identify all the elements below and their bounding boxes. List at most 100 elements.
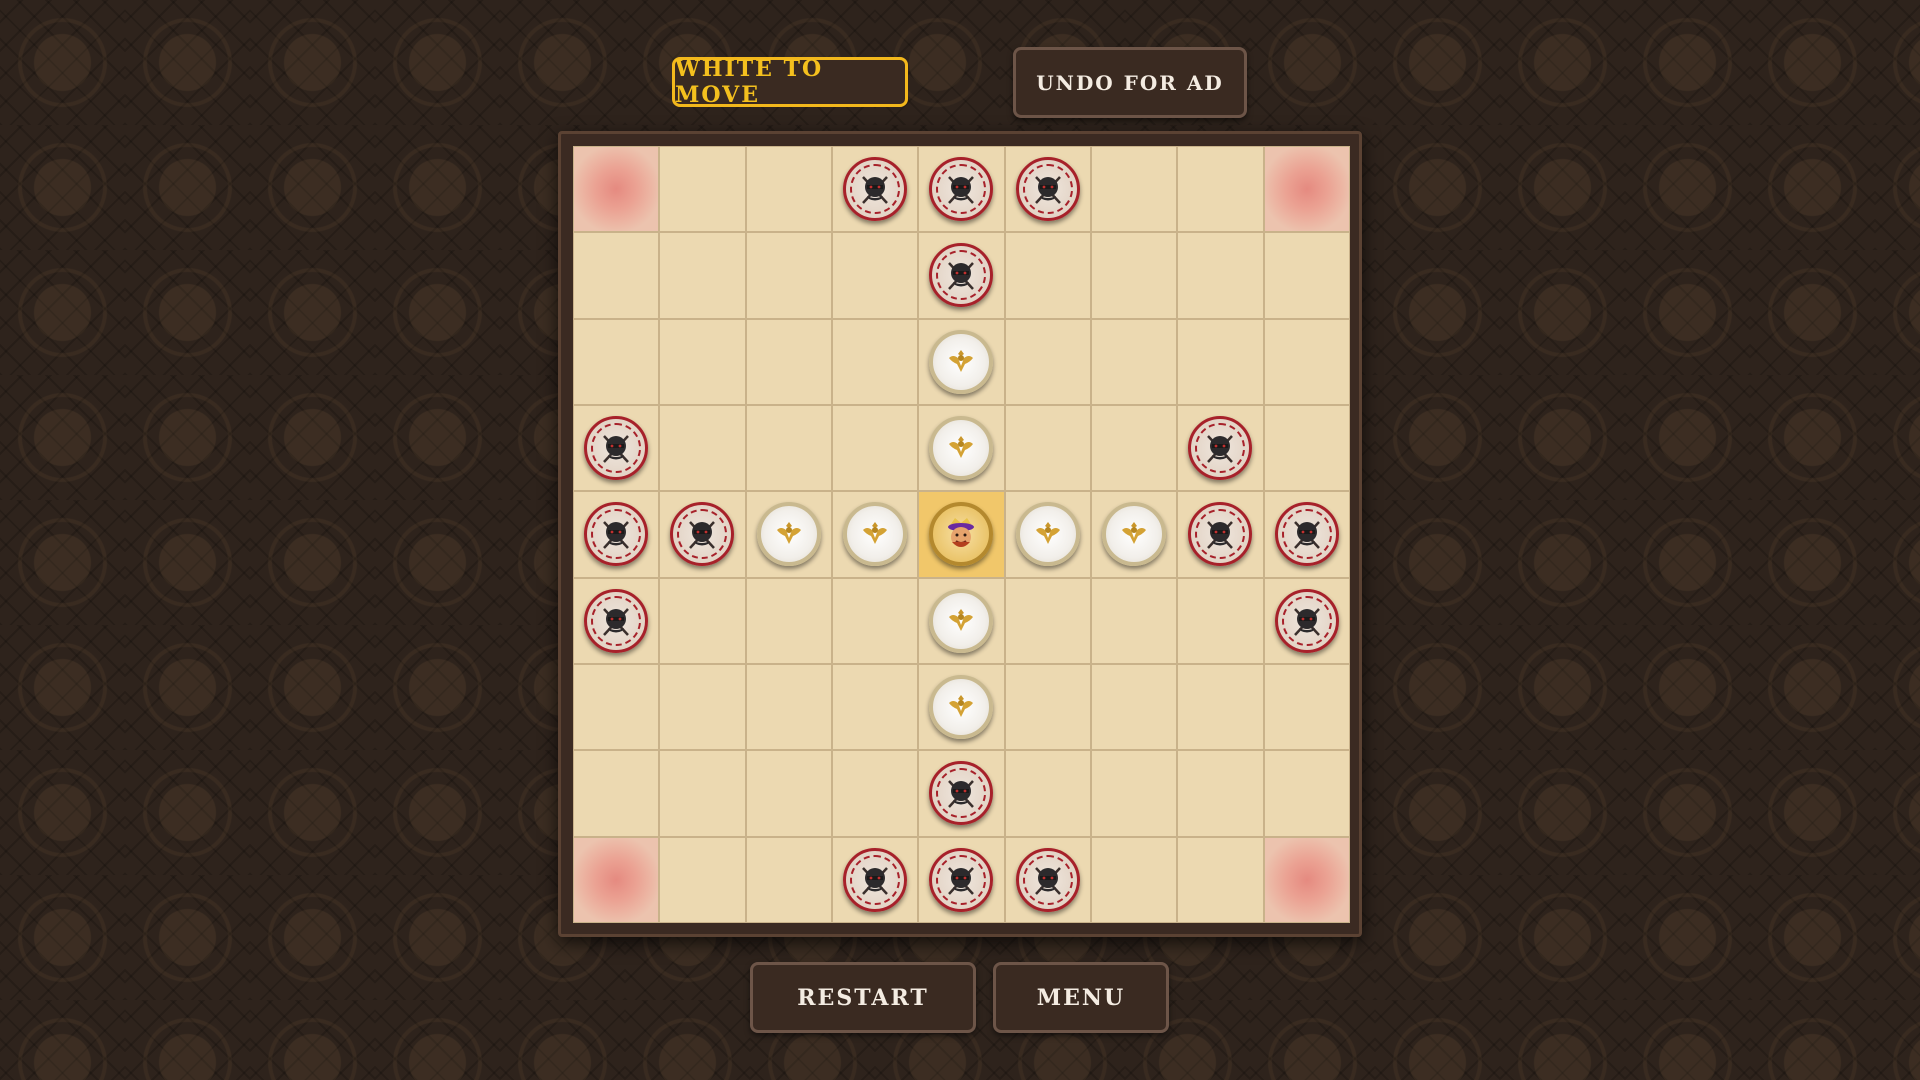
board-cell[interactable] xyxy=(659,146,746,233)
board-cell[interactable] xyxy=(1177,318,1264,405)
board-cell[interactable] xyxy=(1177,232,1264,319)
defender-piece[interactable] xyxy=(929,675,994,740)
board-cell[interactable] xyxy=(1263,664,1350,751)
board-cell[interactable] xyxy=(918,232,1005,319)
game-board[interactable] xyxy=(573,146,1350,923)
board-cell[interactable] xyxy=(659,836,746,923)
attacker-piece[interactable] xyxy=(929,847,994,912)
board-cell[interactable] xyxy=(573,750,660,837)
board-cell[interactable] xyxy=(1004,750,1091,837)
board-cell[interactable] xyxy=(1004,232,1091,319)
board-cell[interactable] xyxy=(1177,836,1264,923)
defender-piece[interactable] xyxy=(1102,502,1167,567)
board-cell[interactable] xyxy=(1004,491,1091,578)
board-cell[interactable] xyxy=(1004,146,1091,233)
corner-escape-cell[interactable] xyxy=(573,146,660,233)
board-cell[interactable] xyxy=(1004,577,1091,664)
board-cell[interactable] xyxy=(1091,146,1178,233)
board-cell[interactable] xyxy=(745,577,832,664)
menu-button[interactable]: MENU xyxy=(993,962,1169,1033)
board-cell[interactable] xyxy=(659,750,746,837)
board-cell[interactable] xyxy=(745,664,832,751)
board-cell[interactable] xyxy=(745,750,832,837)
attacker-piece[interactable] xyxy=(1274,588,1339,653)
board-cell[interactable] xyxy=(1177,491,1264,578)
board-cell[interactable] xyxy=(1004,836,1091,923)
board-cell[interactable] xyxy=(1091,491,1178,578)
board-cell[interactable] xyxy=(832,577,919,664)
attacker-piece[interactable] xyxy=(1274,502,1339,567)
board-cell[interactable] xyxy=(832,836,919,923)
attacker-piece[interactable] xyxy=(584,416,649,481)
king-piece[interactable] xyxy=(929,502,994,567)
board-cell[interactable] xyxy=(832,405,919,492)
board-cell[interactable] xyxy=(659,232,746,319)
board-cell[interactable] xyxy=(832,318,919,405)
board-cell[interactable] xyxy=(1263,491,1350,578)
board-cell[interactable] xyxy=(659,577,746,664)
board-cell[interactable] xyxy=(918,405,1005,492)
board-cell[interactable] xyxy=(832,664,919,751)
board-cell[interactable] xyxy=(573,232,660,319)
defender-piece[interactable] xyxy=(1015,502,1080,567)
board-cell[interactable] xyxy=(918,836,1005,923)
board-cell[interactable] xyxy=(659,405,746,492)
attacker-piece[interactable] xyxy=(929,761,994,826)
board-cell[interactable] xyxy=(1263,232,1350,319)
board-cell[interactable] xyxy=(1177,146,1264,233)
board-cell[interactable] xyxy=(918,146,1005,233)
board-cell[interactable] xyxy=(1091,318,1178,405)
board-cell[interactable] xyxy=(745,836,832,923)
board-cell[interactable] xyxy=(573,491,660,578)
board-cell[interactable] xyxy=(745,146,832,233)
attacker-piece[interactable] xyxy=(1015,157,1080,222)
attacker-piece[interactable] xyxy=(584,502,649,567)
board-cell[interactable] xyxy=(745,232,832,319)
attacker-piece[interactable] xyxy=(1188,502,1253,567)
attacker-piece[interactable] xyxy=(670,502,735,567)
board-cell[interactable] xyxy=(1091,405,1178,492)
board-cell[interactable] xyxy=(1091,664,1178,751)
board-cell[interactable] xyxy=(745,405,832,492)
board-cell[interactable] xyxy=(1263,405,1350,492)
board-cell[interactable] xyxy=(1263,318,1350,405)
attacker-piece[interactable] xyxy=(1188,416,1253,481)
board-cell[interactable] xyxy=(573,318,660,405)
defender-piece[interactable] xyxy=(929,329,994,394)
board-cell[interactable] xyxy=(1177,405,1264,492)
board-cell[interactable] xyxy=(832,232,919,319)
attacker-piece[interactable] xyxy=(843,847,908,912)
board-cell[interactable] xyxy=(659,491,746,578)
attacker-piece[interactable] xyxy=(1015,847,1080,912)
defender-piece[interactable] xyxy=(843,502,908,567)
corner-escape-cell[interactable] xyxy=(1263,836,1350,923)
defender-piece[interactable] xyxy=(929,588,994,653)
board-cell[interactable] xyxy=(918,750,1005,837)
board-cell[interactable] xyxy=(745,491,832,578)
board-cell[interactable] xyxy=(1263,750,1350,837)
board-cell[interactable] xyxy=(1263,577,1350,664)
board-cell[interactable] xyxy=(659,318,746,405)
board-cell[interactable] xyxy=(1177,750,1264,837)
board-cell[interactable] xyxy=(1091,577,1178,664)
attacker-piece[interactable] xyxy=(929,157,994,222)
defender-piece[interactable] xyxy=(756,502,821,567)
board-cell[interactable] xyxy=(1091,836,1178,923)
board-cell[interactable] xyxy=(832,491,919,578)
undo-for-ad-button[interactable]: UNDO FOR AD xyxy=(1013,47,1247,118)
board-cell[interactable] xyxy=(1004,318,1091,405)
attacker-piece[interactable] xyxy=(929,243,994,308)
board-cell[interactable] xyxy=(832,750,919,837)
defender-piece[interactable] xyxy=(929,416,994,481)
board-cell[interactable] xyxy=(573,577,660,664)
board-cell[interactable] xyxy=(1091,750,1178,837)
board-cell[interactable] xyxy=(1004,664,1091,751)
attacker-piece[interactable] xyxy=(843,157,908,222)
board-cell[interactable] xyxy=(1004,405,1091,492)
board-cell[interactable] xyxy=(1177,664,1264,751)
attacker-piece[interactable] xyxy=(584,588,649,653)
board-cell[interactable] xyxy=(832,146,919,233)
throne-cell[interactable] xyxy=(918,491,1005,578)
board-cell[interactable] xyxy=(573,664,660,751)
board-cell[interactable] xyxy=(1177,577,1264,664)
